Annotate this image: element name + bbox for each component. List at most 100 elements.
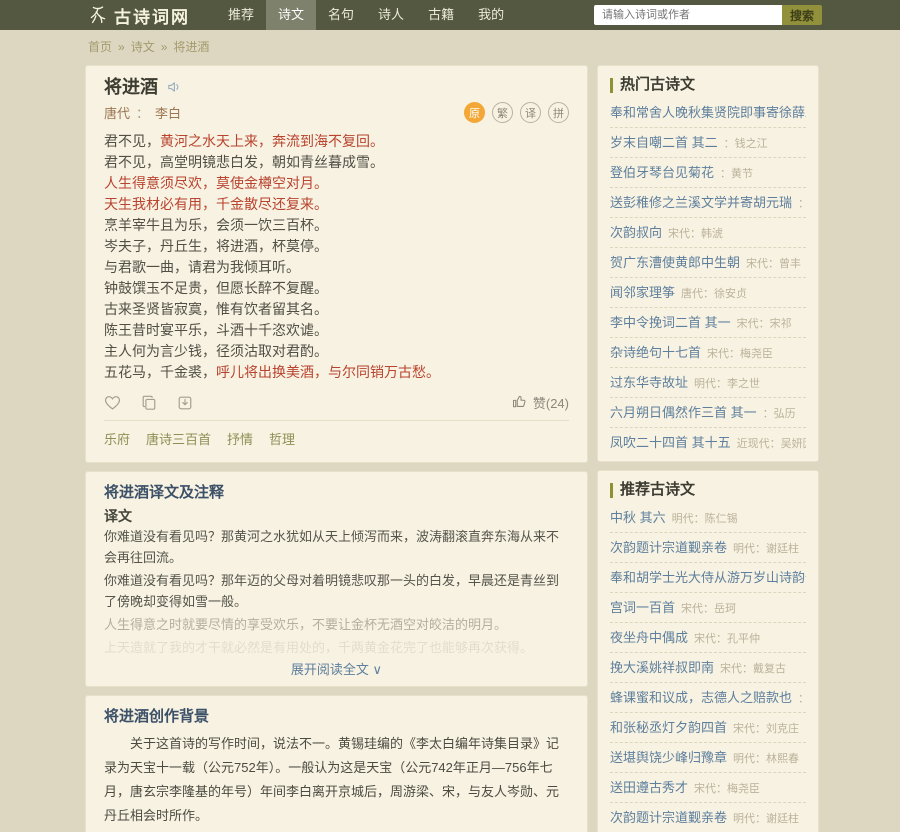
site-logo[interactable]: 古诗词网: [88, 3, 190, 28]
poem-meta: 宋代：宋祁: [737, 318, 792, 330]
thumbs-up-icon: [511, 393, 528, 412]
poem-link[interactable]: 次韵题计宗道觐亲卷: [610, 810, 727, 825]
poem-link[interactable]: 过东华寺故址: [610, 375, 688, 390]
poem-segment: 五花马，千金裘，: [104, 364, 216, 380]
poem-segment: 烹羊宰牛且为乐，会须一饮三百杯。: [104, 217, 328, 233]
poem-author-link[interactable]: 李白: [155, 103, 181, 122]
poem-link[interactable]: 送彭稚修之兰溪文学并寄胡元瑞: [610, 195, 792, 210]
list-item: 李中令挽词二首 其一宋代：宋祁: [610, 308, 806, 338]
search-box: 搜索: [594, 5, 822, 25]
poem-line: 天生我材必有用，千金散尽还复来。: [104, 194, 569, 215]
poem-link[interactable]: 次韵题计宗道觐亲卷: [610, 540, 727, 555]
accent-bar: [610, 483, 613, 498]
poem-line: 人生得意须尽欢，莫使金樽空对月。: [104, 173, 569, 194]
poem-link[interactable]: 杂诗绝句十七首: [610, 345, 701, 360]
download-icon[interactable]: [177, 395, 193, 411]
nav-item-0[interactable]: 推荐: [216, 0, 266, 30]
copy-icon[interactable]: [141, 395, 157, 411]
favorite-icon[interactable]: [104, 395, 121, 411]
nav-item-5[interactable]: 我的: [466, 0, 516, 30]
poem-meta: 明代：谢廷柱: [733, 813, 799, 825]
poem-link[interactable]: 和张秘丞灯夕韵四首: [610, 720, 727, 735]
list-item: 蜂课蜜和议成，志德人之赔款也：金天羽: [610, 683, 806, 713]
poem-link[interactable]: 次韵叔向: [610, 225, 662, 240]
nav-item-1[interactable]: 诗文: [266, 0, 316, 30]
list-item: 奉和常舍人晚秋集贤院即事寄徐薛二侍郎: [610, 98, 806, 128]
poem-segment: 古来圣贤皆寂寞，惟有饮者留其名。: [104, 301, 328, 317]
poem-meta: 宋代：岳珂: [681, 603, 736, 615]
breadcrumb-item[interactable]: 首页: [88, 40, 112, 54]
breadcrumb-item[interactable]: 诗文: [131, 40, 155, 54]
poem-segment: 君不见，高堂明镜悲白发，朝如青丝暮成雪。: [104, 154, 384, 170]
poem-link[interactable]: 挽大溪姚祥叔即南: [610, 660, 714, 675]
background-card: 将进酒创作背景 关于这首诗的写作时间，说法不一。黄锡珪编的《李太白编年诗集目录》…: [85, 695, 588, 832]
poem-link[interactable]: 宫词一百首: [610, 600, 675, 615]
search-input[interactable]: [594, 5, 782, 25]
poem-meta: 宋代：梅尧臣: [707, 348, 773, 360]
poem-segment: 天生我材必有用，千金散尽还复来。: [104, 196, 328, 212]
poem-link[interactable]: 李中令挽词二首 其一: [610, 315, 731, 330]
poem-segment: 呼儿将出换美酒，与尔同销万古愁。: [216, 364, 440, 380]
list-item: 送田遵古秀才宋代：梅尧臣: [610, 773, 806, 803]
poem-tool-button[interactable]: 原: [464, 102, 485, 123]
logo-icon: [88, 5, 108, 25]
poem-meta: 宋代：曾丰: [746, 258, 801, 270]
list-item: 次韵叔向宋代：韩淲: [610, 218, 806, 248]
list-item: 奉和胡学士光大侍从游万岁山诗韵十首 其: [610, 563, 806, 593]
poem-line: 烹羊宰牛且为乐，会须一饮三百杯。: [104, 215, 569, 236]
top-header: 古诗词网 推荐诗文名句诗人古籍我的 搜索: [0, 0, 900, 30]
poem-line: 与君歌一曲，请君为我倾耳听。: [104, 257, 569, 278]
poem-link[interactable]: 中秋 其六: [610, 510, 666, 525]
list-item: 岁末自嘲二首 其二 ：钱之江: [610, 128, 806, 158]
list-item: 送彭稚修之兰溪文学并寄胡元瑞：欧大任: [610, 188, 806, 218]
poem-link[interactable]: 送田遵古秀才: [610, 780, 688, 795]
nav-item-4[interactable]: 古籍: [416, 0, 466, 30]
poem-tags: 乐府唐诗三百首抒情哲理: [104, 421, 569, 456]
poem-tool-button[interactable]: 拼: [548, 102, 569, 123]
volume-icon[interactable]: [166, 79, 182, 95]
translation-paragraph: 你难道没有看见吗？那黄河之水犹如从天上倾泻而来，波涛翻滚直奔东海从来不会再往回流…: [104, 526, 569, 568]
recommended-poems-header: 推荐古诗文: [610, 481, 806, 499]
accent-bar: [610, 78, 613, 93]
poem-link[interactable]: 蜂课蜜和议成，志德人之赔款也: [610, 690, 792, 705]
tag-link[interactable]: 抒情: [227, 429, 253, 448]
hot-poems-header: 热门古诗文: [610, 76, 806, 94]
like-button[interactable]: 赞(24): [511, 393, 569, 412]
poem-meta: 宋代：孔平仲: [694, 633, 760, 645]
poem-link[interactable]: 六月朔日偶然作三首 其一: [610, 405, 757, 420]
poem-link[interactable]: 送堪舆饶少峰归豫章: [610, 750, 727, 765]
poem-meta: 宋代：刘克庄: [733, 723, 799, 735]
poem-tool-button[interactable]: 繁: [492, 102, 513, 123]
background-title: 将进酒创作背景: [104, 708, 569, 726]
poem-link[interactable]: 贺广东漕使黄郎中生朝: [610, 255, 740, 270]
expand-full-text-link[interactable]: 展开阅读全文 ∨: [104, 660, 569, 682]
poem-link[interactable]: 夜坐舟中偶成: [610, 630, 688, 645]
poem-body: 君不见，黄河之水天上来，奔流到海不复回。君不见，高堂明镜悲白发，朝如青丝暮成雪。…: [104, 131, 569, 383]
list-item: 凤吹二十四首 其十五近现代：吴妍因: [610, 428, 806, 457]
poem-link[interactable]: 岁末自嘲二首 其二: [610, 135, 718, 150]
recommended-poems-title: 推荐古诗文: [620, 481, 695, 499]
poem-link[interactable]: 登伯牙琴台见菊花: [610, 165, 714, 180]
tag-link[interactable]: 乐府: [104, 429, 130, 448]
poem-line: 主人何为言少钱，径须沽取对君酌。: [104, 341, 569, 362]
breadcrumb: 首页»诗文»将进酒: [0, 30, 900, 59]
list-item: 挽大溪姚祥叔即南宋代：戴复古: [610, 653, 806, 683]
poem-card: 将进酒 唐代 ： 李白 原繁译拼 君不见，黄河之水天上来，奔流到海不复回。君不见…: [85, 65, 588, 463]
hot-poems-card: 热门古诗文 奉和常舍人晚秋集贤院即事寄徐薛二侍郎岁末自嘲二首 其二 ：钱之江登伯牙…: [597, 65, 819, 462]
translation-paragraph: 你难道没有看见吗？那年迈的父母对着明镜悲叹那一头的白发，早晨还是青丝到了傍晚却变…: [104, 570, 569, 612]
search-button[interactable]: 搜索: [782, 5, 822, 25]
poem-link[interactable]: 闻邻家理筝: [610, 285, 675, 300]
nav-item-3[interactable]: 诗人: [366, 0, 416, 30]
nav-item-2[interactable]: 名句: [316, 0, 366, 30]
poem-meta: ：钱之江: [724, 138, 768, 150]
poem-link[interactable]: 奉和胡学士光大侍从游万岁山诗韵十首 其: [610, 570, 806, 585]
poem-link[interactable]: 奉和常舍人晚秋集贤院即事寄徐薛二侍郎: [610, 105, 806, 120]
site-title: 古诗词网: [114, 3, 190, 28]
list-item: 杂诗绝句十七首宋代：梅尧臣: [610, 338, 806, 368]
poem-segment: 钟鼓馔玉不足贵，但愿长醉不复醒。: [104, 280, 328, 296]
tag-link[interactable]: 唐诗三百首: [146, 429, 211, 448]
poem-link[interactable]: 凤吹二十四首 其十五: [610, 435, 731, 450]
tag-link[interactable]: 哲理: [269, 429, 295, 448]
breadcrumb-separator: »: [118, 40, 125, 54]
poem-tool-button[interactable]: 译: [520, 102, 541, 123]
